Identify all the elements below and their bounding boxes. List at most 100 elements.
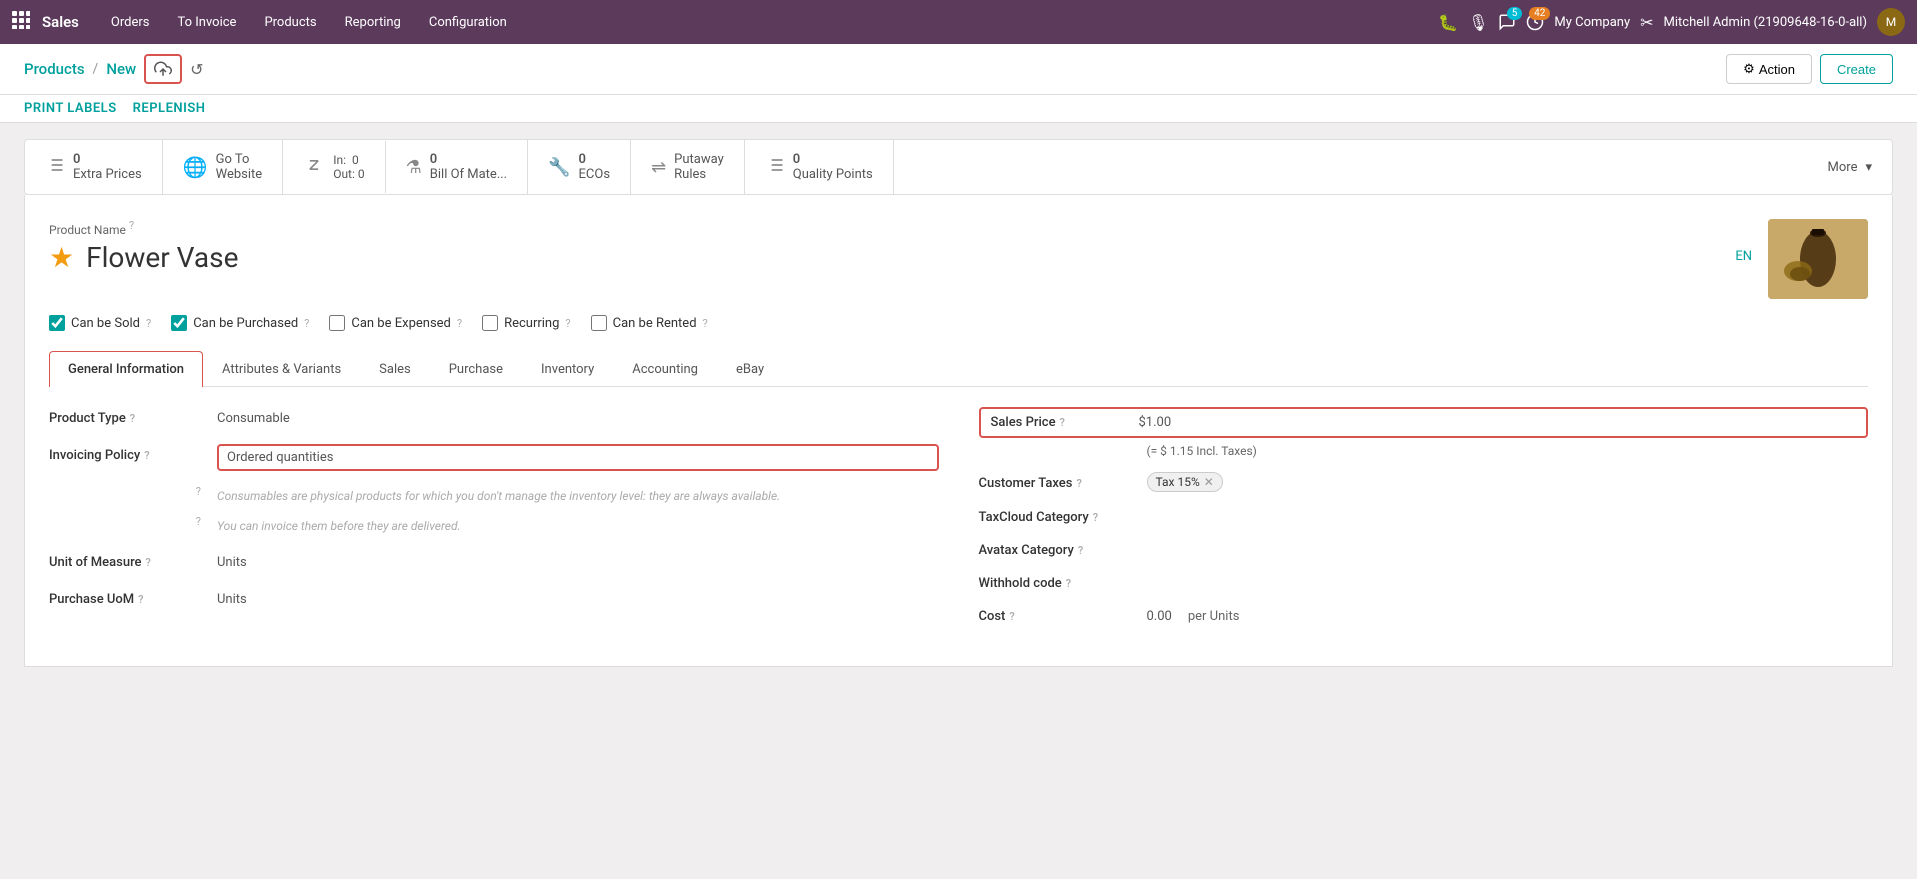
avatax-row: Avatax Category ? — [979, 539, 1869, 558]
create-button[interactable]: Create — [1820, 54, 1893, 84]
customer-taxes-help[interactable]: ? — [1076, 477, 1081, 490]
putaway-rules-button[interactable]: ⇌ Putaway Rules — [631, 140, 745, 194]
nav-to-invoice[interactable]: To Invoice — [165, 9, 248, 36]
can-be-rented-input[interactable] — [591, 315, 607, 331]
customer-taxes-value: Tax 15% ✕ — [1147, 472, 1223, 492]
sub-navigation: Print Labels Replenish — [0, 95, 1917, 123]
sales-price-value[interactable]: $1.00 — [1139, 415, 1172, 430]
nav-orders[interactable]: Orders — [99, 9, 162, 36]
sales-price-help[interactable]: ? — [1060, 416, 1065, 429]
quality-points-button[interactable]: 0 Quality Points — [745, 140, 894, 194]
quality-label: Quality Points — [793, 167, 873, 182]
invoicing-policy-help[interactable]: ? — [144, 449, 149, 462]
ecos-button[interactable]: 🔧 0 ECOs — [528, 140, 631, 194]
purchase-uom-help[interactable]: ? — [138, 593, 143, 606]
quality-icon — [765, 155, 785, 180]
unit-of-measure-label: Unit of Measure ? — [49, 551, 209, 570]
tab-general-information[interactable]: General Information — [49, 351, 203, 387]
upload-button[interactable] — [144, 54, 182, 84]
can-be-rented-help[interactable]: ? — [703, 317, 708, 330]
invoicing-policy-label: Invoicing Policy ? — [49, 444, 209, 463]
can-be-sold-help[interactable]: ? — [146, 317, 151, 330]
info-help-2[interactable]: ? — [196, 515, 201, 528]
tab-ebay[interactable]: eBay — [717, 351, 783, 387]
product-name-value[interactable]: Flower Vase — [86, 241, 238, 274]
unit-of-measure-help[interactable]: ? — [146, 556, 151, 569]
recurring-label: Recurring — [504, 316, 559, 331]
stock-in: In: 0 — [333, 153, 364, 167]
tab-sales[interactable]: Sales — [360, 351, 430, 387]
can-be-sold-checkbox[interactable]: Can be Sold ? — [49, 315, 151, 331]
go-to-website-button[interactable]: 🌐 Go To Website — [163, 140, 283, 194]
incl-taxes-text: (= $ 1.15 Incl. Taxes) — [1147, 444, 1869, 458]
apps-icon[interactable] — [12, 11, 30, 33]
breadcrumb-separator: / — [93, 61, 99, 77]
product-form: Product Name ? ★ Flower Vase EN — [24, 195, 1893, 667]
can-be-rented-label: Can be Rented — [613, 316, 697, 331]
gear-icon: ⚙ — [1743, 61, 1755, 77]
scissors-icon: ✂ — [1640, 13, 1653, 32]
messages-badge: 5 — [1507, 7, 1523, 20]
product-name-help[interactable]: ? — [129, 219, 134, 232]
product-type-value[interactable]: Consumable — [217, 407, 290, 430]
activity-badge: 42 — [1529, 7, 1550, 20]
tab-accounting[interactable]: Accounting — [613, 351, 717, 387]
tax-badge[interactable]: Tax 15% ✕ — [1147, 472, 1223, 492]
bill-of-materials-button[interactable]: ⚗ 0 Bill Of Mate... — [386, 140, 529, 194]
print-labels-link[interactable]: Print Labels — [24, 101, 117, 116]
purchase-uom-value[interactable]: Units — [217, 588, 247, 611]
extra-prices-count: 0 — [73, 152, 142, 167]
nav-products[interactable]: Products — [252, 9, 328, 36]
putaway-label1: Putaway — [674, 152, 724, 167]
can-be-purchased-checkbox[interactable]: Can be Purchased ? — [171, 315, 309, 331]
can-be-expensed-help[interactable]: ? — [457, 317, 462, 330]
can-be-purchased-help[interactable]: ? — [304, 317, 309, 330]
tab-purchase[interactable]: Purchase — [430, 351, 522, 387]
tab-attributes-variants[interactable]: Attributes & Variants — [203, 351, 360, 387]
withhold-code-row: Withhold code ? — [979, 572, 1869, 591]
debug-icon[interactable]: 🐛 — [1438, 13, 1458, 32]
stock-button[interactable]: In: 0 Out: 0 — [283, 141, 385, 193]
breadcrumb-products[interactable]: Products — [24, 60, 85, 78]
can-be-expensed-checkbox[interactable]: Can be Expensed ? — [329, 315, 462, 331]
extra-prices-button[interactable]: 0 Extra Prices — [25, 140, 163, 194]
activity-icon[interactable]: 42 — [1526, 13, 1544, 31]
app-title: Sales — [42, 13, 79, 31]
replenish-link[interactable]: Replenish — [133, 101, 206, 116]
nav-reporting[interactable]: Reporting — [333, 9, 413, 36]
language-badge[interactable]: EN — [1735, 249, 1752, 264]
info-help-1[interactable]: ? — [196, 485, 201, 498]
more-button[interactable]: More ▾ — [1808, 148, 1892, 187]
top-navigation: Sales Orders To Invoice Products Reporti… — [0, 0, 1917, 44]
refresh-button[interactable]: ↺ — [190, 60, 203, 79]
product-type-help[interactable]: ? — [130, 412, 135, 425]
can-be-sold-input[interactable] — [49, 315, 65, 331]
cost-help[interactable]: ? — [1009, 610, 1014, 623]
voice-icon[interactable]: 🎙 — [1468, 13, 1488, 32]
tax-remove-icon[interactable]: ✕ — [1204, 475, 1214, 489]
recurring-input[interactable] — [482, 315, 498, 331]
product-image[interactable] — [1768, 219, 1868, 299]
nav-right-icons: 🐛 🎙 5 42 My Company ✂ Mitchell Admin (21… — [1438, 8, 1905, 36]
putaway-label2: Rules — [674, 167, 724, 182]
tab-inventory[interactable]: Inventory — [522, 351, 613, 387]
tab-content-general: Product Type ? Consumable Invoicing Poli… — [49, 407, 1868, 642]
taxcloud-help[interactable]: ? — [1093, 511, 1098, 524]
nav-configuration[interactable]: Configuration — [417, 9, 519, 36]
withhold-help[interactable]: ? — [1066, 577, 1071, 590]
unit-of-measure-value[interactable]: Units — [217, 551, 247, 574]
can-be-rented-checkbox[interactable]: Can be Rented ? — [591, 315, 708, 331]
can-be-expensed-input[interactable] — [329, 315, 345, 331]
action-button[interactable]: ⚙ Action — [1726, 54, 1812, 84]
can-be-purchased-input[interactable] — [171, 315, 187, 331]
favorite-star-icon[interactable]: ★ — [49, 241, 74, 274]
smart-buttons-bar: 0 Extra Prices 🌐 Go To Website In: 0 Out… — [24, 139, 1893, 195]
messages-icon[interactable]: 5 — [1498, 13, 1516, 31]
cost-value[interactable]: 0.00 — [1147, 605, 1172, 628]
recurring-checkbox[interactable]: Recurring ? — [482, 315, 571, 331]
invoicing-policy-value[interactable]: Ordered quantities — [217, 444, 939, 471]
avatax-help[interactable]: ? — [1078, 544, 1083, 557]
unit-of-measure-row: Unit of Measure ? Units — [49, 551, 939, 574]
recurring-help[interactable]: ? — [565, 317, 570, 330]
user-avatar[interactable]: M — [1877, 8, 1905, 36]
